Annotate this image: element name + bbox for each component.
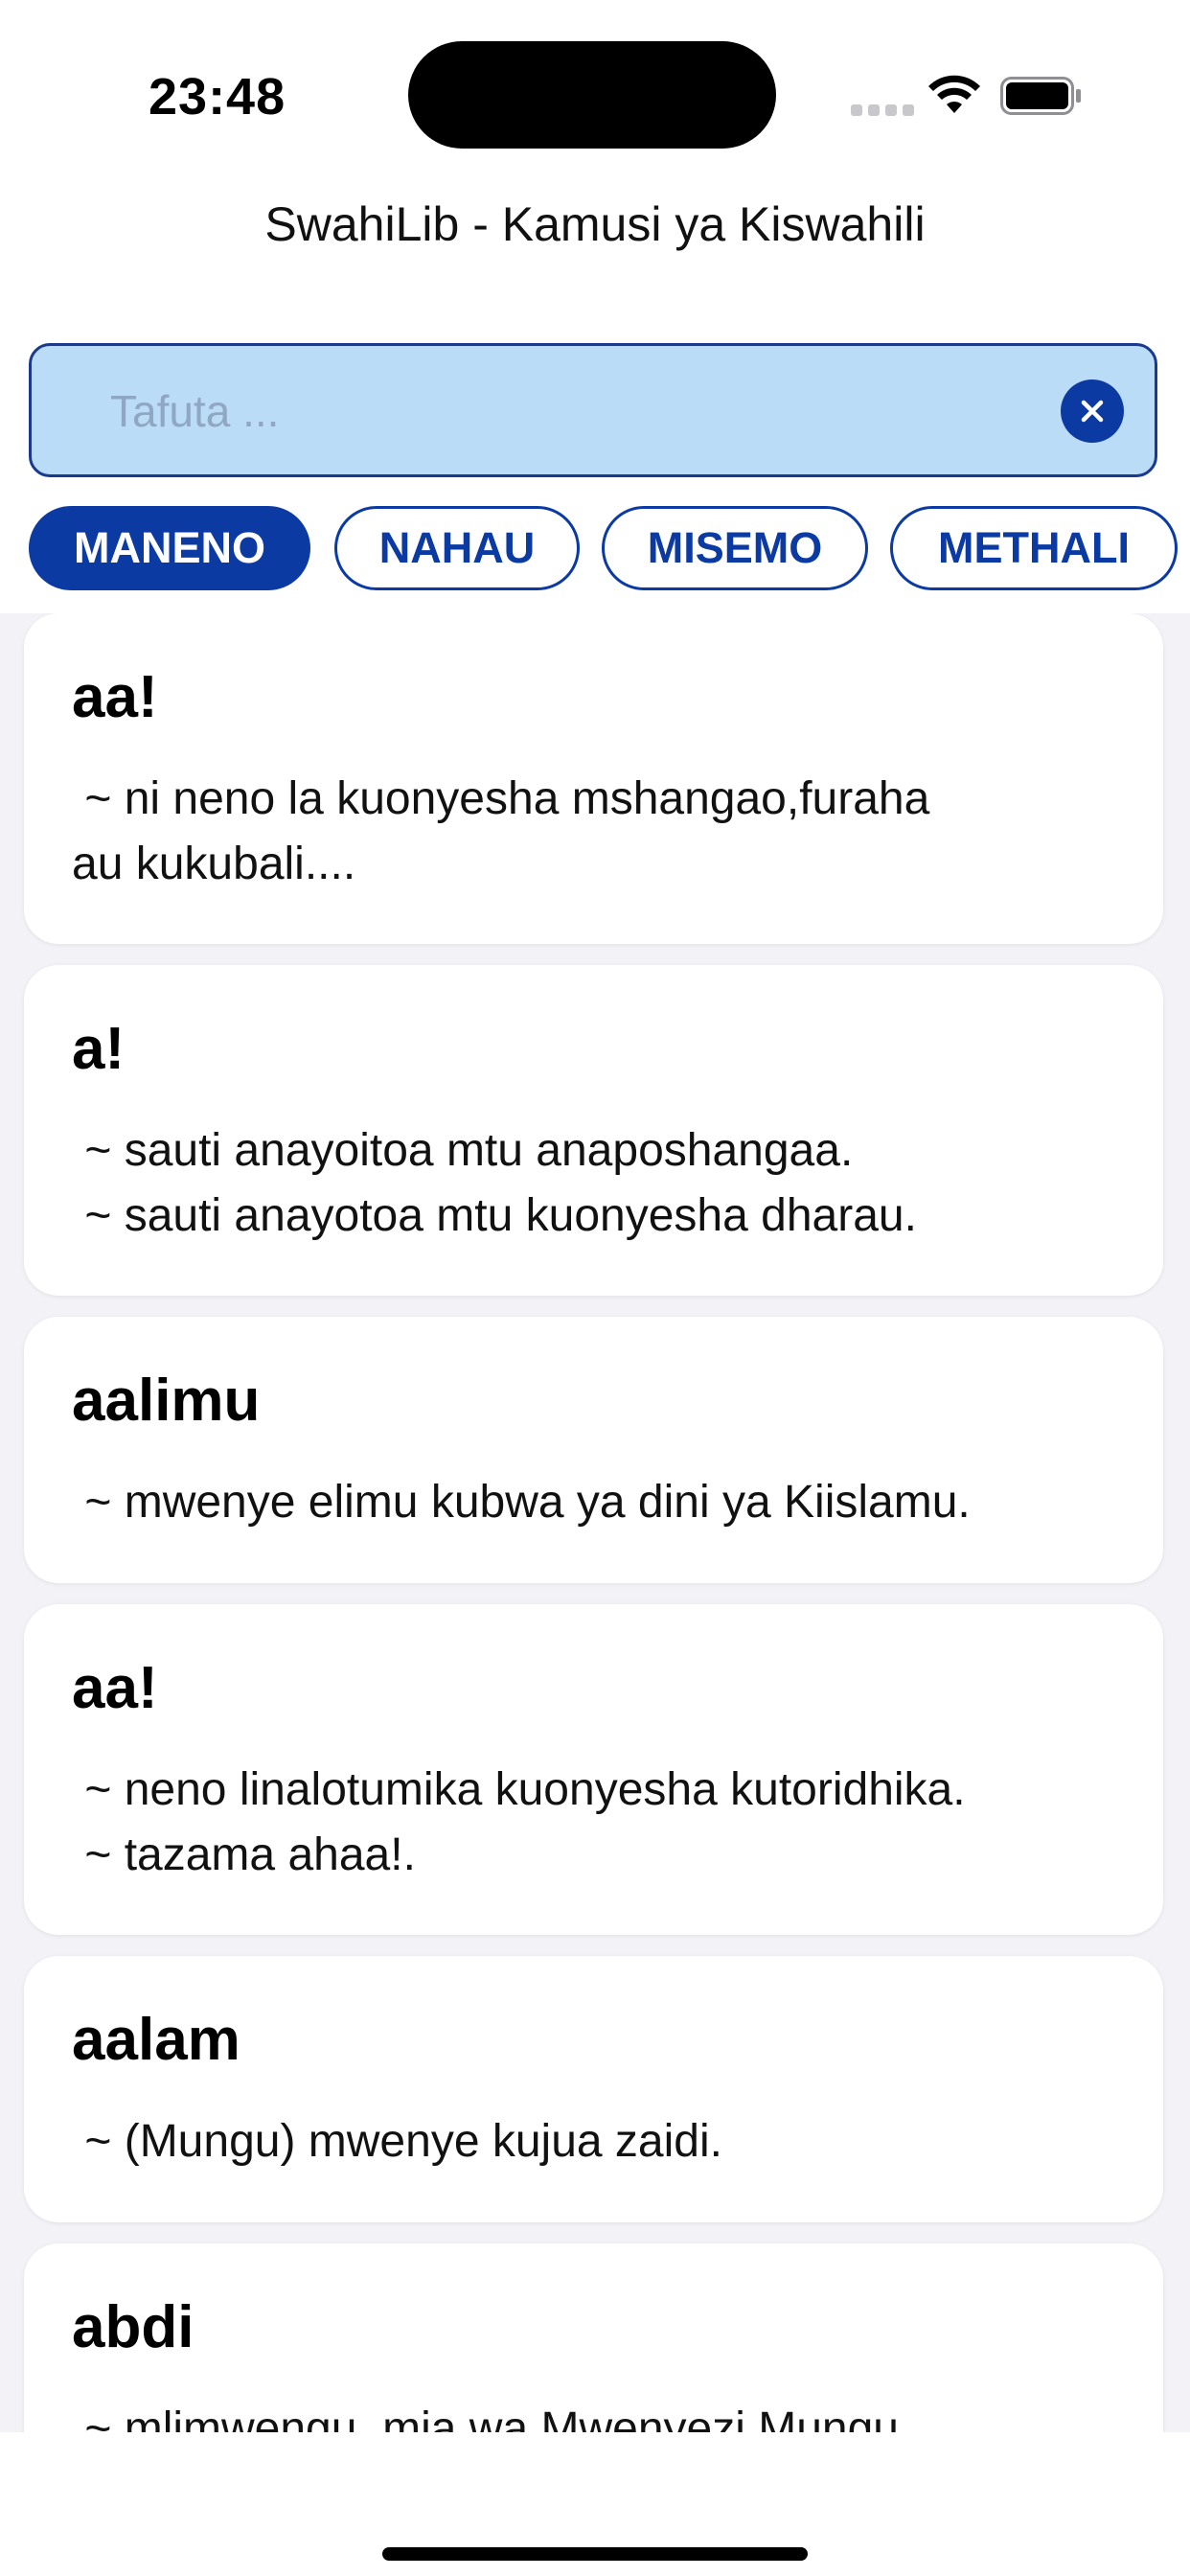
tab-maneno[interactable]: MANENO xyxy=(29,506,310,590)
list-item[interactable]: abdi ~ mlimwengu, mja wa Mwenyezi Mungu. xyxy=(24,2243,1163,2432)
wifi-icon xyxy=(928,75,980,113)
bottom-safe-area xyxy=(0,2432,1190,2576)
close-icon xyxy=(1081,400,1104,423)
search-box xyxy=(29,343,1157,477)
entry-meaning: ~ ni neno la kuonyesha mshangao,furaha a… xyxy=(72,773,930,889)
list-item[interactable]: aa! ~ neno linalotumika kuonyesha kutori… xyxy=(24,1604,1163,1935)
page-title: SwahiLib - Kamusi ya Kiswahili xyxy=(264,197,926,251)
dynamic-island xyxy=(408,41,776,149)
home-indicator[interactable] xyxy=(382,2547,808,2561)
list-item[interactable]: a! ~ sauti anayoitoa mtu anaposhangaa. ~… xyxy=(24,965,1163,1296)
status-time: 23:48 xyxy=(149,68,286,126)
cellular-signal-icon xyxy=(851,104,914,116)
entry-meaning: ~ (Mungu) mwenye kujua zaidi. xyxy=(72,2116,722,2167)
entry-word: abdi xyxy=(72,2294,195,2360)
entry-word: a! xyxy=(72,1016,126,1082)
battery-icon xyxy=(1000,77,1081,115)
entry-word: aalimu xyxy=(72,1368,261,1434)
tab-methali[interactable]: METHALI xyxy=(890,506,1178,590)
list-item[interactable]: aalimu ~ mwenye elimu kubwa ya dini ya K… xyxy=(24,1317,1163,1583)
entry-word: aa! xyxy=(72,664,158,730)
search-input[interactable] xyxy=(108,375,974,448)
word-list[interactable]: aa! ~ ni neno la kuonyesha mshangao,fura… xyxy=(0,613,1190,2432)
list-item[interactable]: aalam ~ (Mungu) mwenye kujua zaidi. xyxy=(24,1956,1163,2222)
clear-search-button[interactable] xyxy=(1061,380,1124,443)
entry-word: aa! xyxy=(72,1655,158,1721)
entry-meaning: ~ mlimwengu, mja wa Mwenyezi Mungu. xyxy=(72,2404,912,2432)
entry-meaning: ~ neno linalotumika kuonyesha kutoridhik… xyxy=(84,1764,966,1880)
entry-word: aalam xyxy=(72,2007,240,2073)
entry-meaning: ~ sauti anayoitoa mtu anaposhangaa. ~ sa… xyxy=(84,1125,917,1241)
status-bar: 23:48 xyxy=(0,0,1190,153)
tab-nahau[interactable]: NAHAU xyxy=(334,506,580,590)
entry-meaning: ~ mwenye elimu kubwa ya dini ya Kiislamu… xyxy=(72,1477,971,1528)
tab-misemo[interactable]: MISEMO xyxy=(602,506,868,590)
list-item[interactable]: aa! ~ ni neno la kuonyesha mshangao,fura… xyxy=(24,613,1163,944)
